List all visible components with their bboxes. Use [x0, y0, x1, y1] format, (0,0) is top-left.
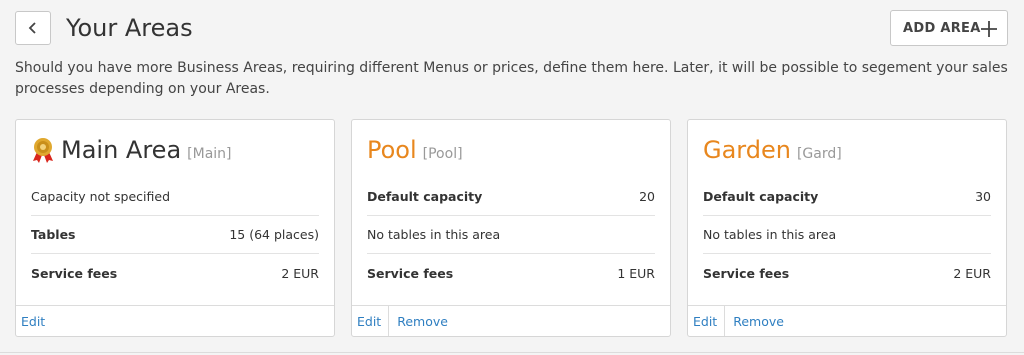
edit-link[interactable]: Edit: [352, 306, 390, 336]
row-label: Service fees: [367, 265, 454, 281]
row-value: 1 EUR: [617, 265, 655, 281]
add-area-button[interactable]: ADD AREA: [890, 10, 1008, 46]
medal-icon: [33, 138, 53, 163]
row-label: Capacity not specified: [31, 189, 171, 204]
page-description: Should you have more Business Areas, req…: [15, 60, 1008, 97]
area-details: Capacity not specified Tables 15 (64 pla…: [31, 178, 319, 292]
area-row-capacity: Default capacity 20: [367, 178, 655, 216]
area-row-tables: No tables in this area: [367, 216, 655, 254]
edit-link[interactable]: Edit: [688, 306, 726, 336]
area-card-pool: Pool [Pool] Default capacity 20 No table…: [351, 119, 671, 337]
area-row-tables: No tables in this area: [703, 216, 991, 254]
row-label: No tables in this area: [367, 227, 501, 242]
area-code: [Gard]: [796, 146, 842, 162]
row-label: Service fees: [703, 265, 790, 281]
remove-link[interactable]: Remove: [725, 306, 789, 336]
chevron-left-icon: [28, 22, 36, 34]
edit-link[interactable]: Edit: [16, 306, 50, 336]
row-value: 15 (64 places): [229, 227, 319, 242]
area-code: [Pool]: [422, 146, 463, 162]
area-name: Main Area: [61, 136, 182, 164]
area-card-footer: Edit Remove: [688, 305, 1006, 336]
area-card-main: Main Area [Main] Capacity not specified …: [15, 119, 335, 337]
plus-icon: [981, 21, 997, 37]
row-label: Default capacity: [703, 189, 819, 204]
row-value: 2 EUR: [281, 265, 319, 281]
area-card-header: Main Area [Main]: [31, 134, 232, 166]
area-details: Default capacity 20 No tables in this ar…: [367, 178, 655, 292]
area-row-service-fees: Service fees 1 EUR: [367, 254, 655, 292]
area-card-footer: Edit: [16, 305, 334, 336]
area-row-service-fees: Service fees 2 EUR: [31, 254, 319, 292]
back-button[interactable]: [15, 11, 51, 45]
area-card-footer: Edit Remove: [352, 305, 670, 336]
page-title: Your Areas: [66, 14, 193, 42]
row-value: 20: [639, 189, 655, 204]
row-label: Default capacity: [367, 189, 483, 204]
divider: [0, 352, 1024, 353]
area-row-service-fees: Service fees 2 EUR: [703, 254, 991, 292]
area-row-capacity: Capacity not specified: [31, 178, 319, 216]
row-label: No tables in this area: [703, 227, 837, 242]
row-value: 30: [975, 189, 991, 204]
row-value: 2 EUR: [953, 265, 991, 281]
area-name: Pool: [367, 136, 417, 164]
area-card-garden: Garden [Gard] Default capacity 30 No tab…: [687, 119, 1007, 337]
remove-link[interactable]: Remove: [389, 306, 453, 336]
area-name: Garden: [703, 136, 791, 164]
area-code: [Main]: [187, 146, 232, 162]
row-label: Tables: [31, 227, 76, 242]
area-card-header: Garden [Gard]: [703, 134, 842, 166]
row-label: Service fees: [31, 265, 118, 281]
area-row-capacity: Default capacity 30: [703, 178, 991, 216]
area-card-header: Pool [Pool]: [367, 134, 463, 166]
add-area-label: ADD AREA: [903, 20, 981, 36]
area-row-tables: Tables 15 (64 places): [31, 216, 319, 254]
area-details: Default capacity 30 No tables in this ar…: [703, 178, 991, 292]
